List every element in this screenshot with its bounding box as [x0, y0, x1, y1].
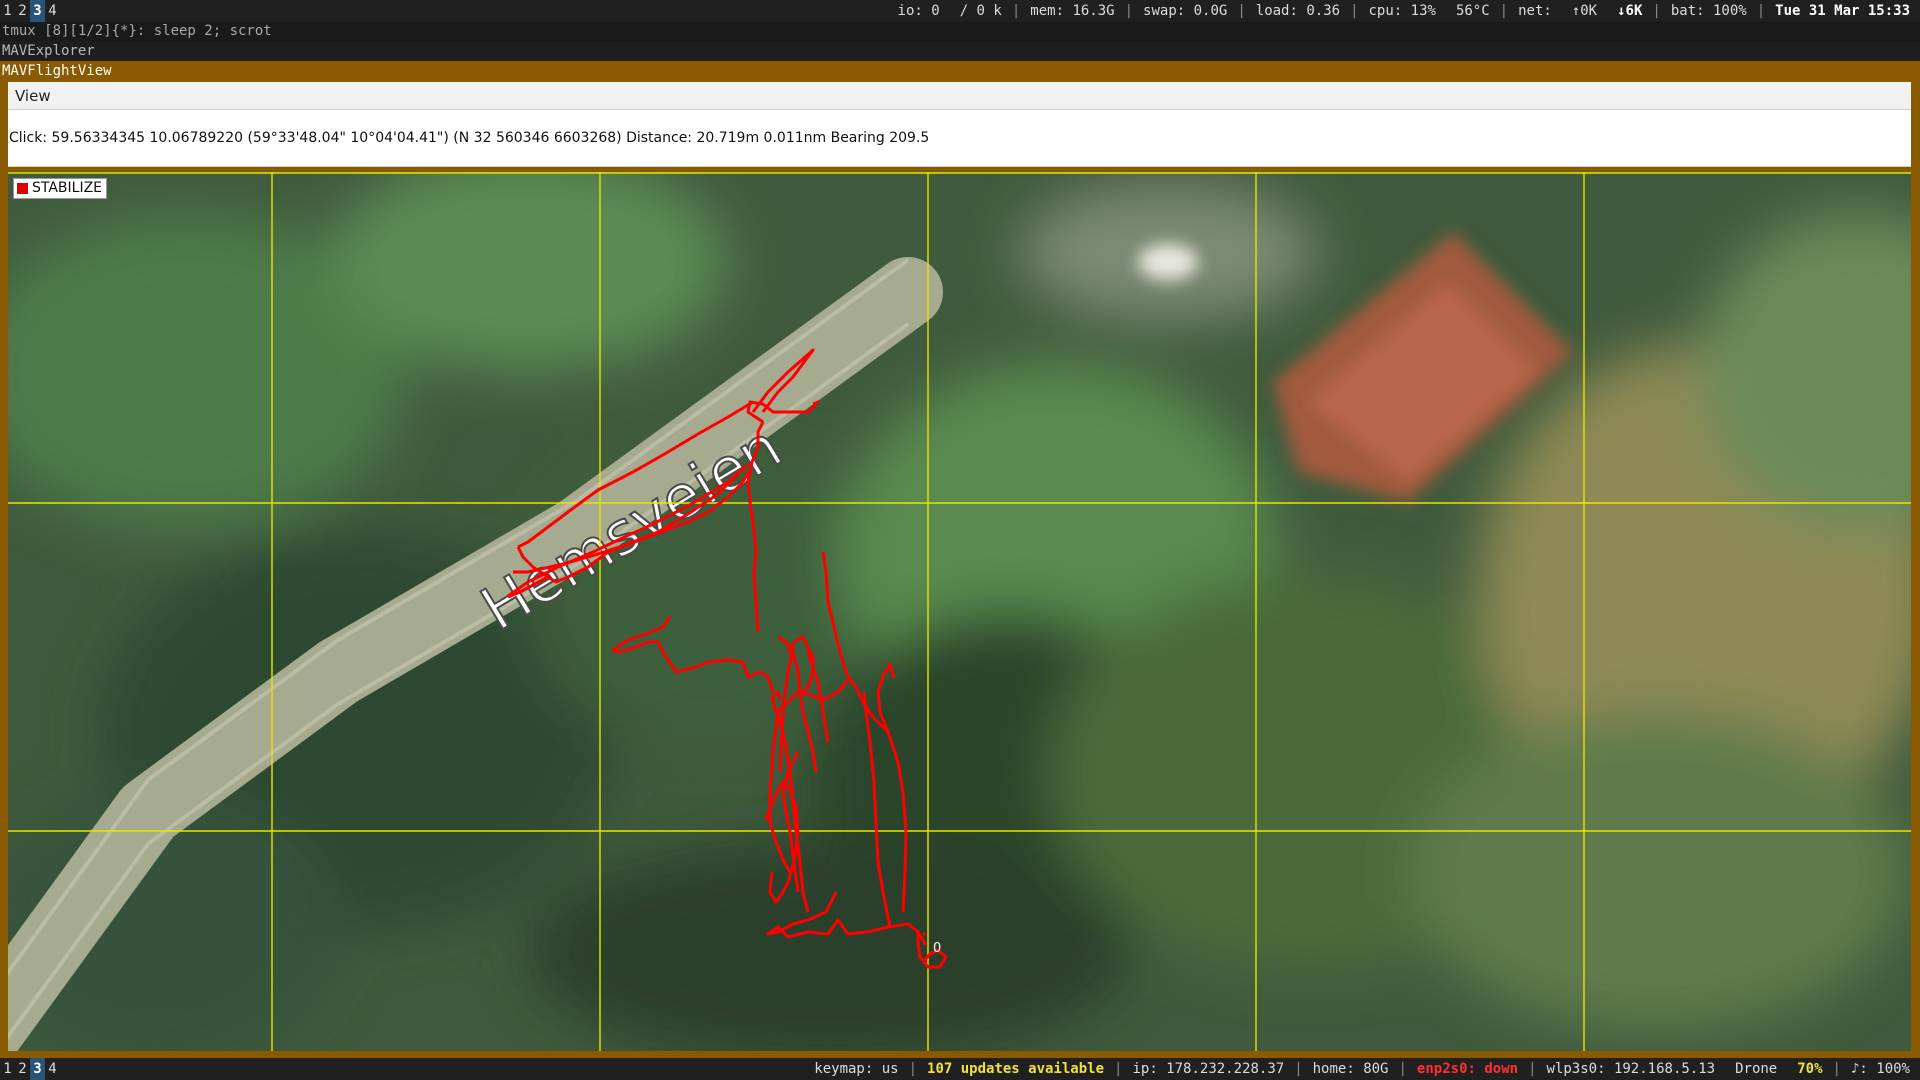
workspace-2[interactable]: 2: [15, 0, 30, 22]
wifi-status: wlp3s0: 192.168.5.13: [1546, 1061, 1716, 1077]
track-point: [922, 932, 926, 936]
separator: |: [1011, 3, 1021, 19]
swap-status: swap: 0.0G: [1143, 3, 1228, 19]
network-status: keymap: us | 107 updates available | ip:…: [804, 1058, 1920, 1080]
window-title-mavexplorer[interactable]: MAVExplorer: [0, 41, 1920, 61]
separator: |: [1350, 3, 1359, 19]
waypoint-label: 0: [933, 941, 941, 956]
load-status: load: 0.36: [1255, 3, 1341, 19]
ethernet-status: enp2s0: down: [1416, 1061, 1519, 1077]
separator: |: [1499, 3, 1509, 19]
separator: |: [1528, 1061, 1537, 1077]
map-view[interactable]: Hemsveien 0: [8, 172, 1911, 1051]
tmux-status-line: tmux [8][1/2]{*}: sleep 2; scrot: [0, 22, 1920, 41]
net-down: ↓6K: [1617, 3, 1643, 19]
temperature-status: 56°C: [1455, 3, 1490, 19]
click-info-text: Click: 59.56334345 10.06789220 (59°33'48…: [9, 130, 930, 146]
flight-mode-badge: STABILIZE: [13, 178, 108, 199]
flight-mode-label: STABILIZE: [32, 180, 103, 196]
workspace-3[interactable]: 3: [30, 0, 45, 22]
clock: Tue 31 Mar 15:33: [1775, 3, 1910, 19]
io-status: io: 0: [897, 3, 940, 19]
separator: |: [1756, 3, 1766, 19]
workspace-2[interactable]: 2: [15, 1058, 30, 1080]
mode-color-marker: [17, 183, 28, 194]
volume-status: ♪: 100%: [1850, 1061, 1910, 1077]
separator: |: [1832, 1061, 1841, 1077]
separator: |: [1237, 3, 1246, 19]
disk-status: / 0 k: [959, 3, 1002, 19]
separator: |: [1398, 1061, 1407, 1077]
workspace-4[interactable]: 4: [45, 1058, 60, 1080]
click-info-panel: Click: 59.56334345 10.06789220 (59°33'48…: [8, 110, 1911, 167]
top-status-bar: 1 2 3 4 io: 0 / 0 k | mem: 16.3G | swap:…: [0, 0, 1920, 22]
workspace-switcher-bottom: 1 2 3 4: [0, 1058, 60, 1080]
window-title-mavflightview[interactable]: MAVFlightView: [0, 61, 1920, 81]
ip-status: ip: 178.232.228.37: [1132, 1061, 1285, 1077]
home-disk-status: home: 80G: [1312, 1061, 1389, 1077]
mem-status: mem: 16.3G: [1030, 3, 1115, 19]
workspace-4[interactable]: 4: [45, 0, 60, 22]
workspace-1[interactable]: 1: [0, 1058, 15, 1080]
separator: |: [1114, 1061, 1123, 1077]
net-up: ↑0K: [1571, 3, 1598, 19]
keymap-status: keymap: us: [814, 1061, 899, 1077]
bottom-status-bar: 1 2 3 4 keymap: us | 107 updates availab…: [0, 1058, 1920, 1080]
system-status: io: 0 / 0 k | mem: 16.3G | swap: 0.0G | …: [888, 0, 1920, 22]
separator: |: [1124, 3, 1134, 19]
wifi-signal: 70%: [1797, 1061, 1823, 1077]
menu-bar: View: [8, 82, 1911, 110]
separator: |: [1294, 1061, 1303, 1077]
map-canvas[interactable]: Hemsveien 0: [8, 172, 1911, 1051]
workspace-3[interactable]: 3: [30, 1058, 45, 1080]
net-label: net:: [1518, 3, 1552, 19]
menu-view[interactable]: View: [15, 87, 51, 105]
cpu-status: cpu: 13%: [1368, 3, 1436, 19]
workspace-switcher: 1 2 3 4: [0, 0, 60, 22]
workspace-1[interactable]: 1: [0, 0, 15, 22]
updates-status: 107 updates available: [927, 1061, 1105, 1077]
separator: |: [908, 1061, 918, 1077]
separator: |: [1652, 3, 1661, 19]
battery-status: bat: 100%: [1670, 3, 1747, 19]
wifi-ssid: Drone: [1735, 1061, 1778, 1077]
white-object: [1138, 244, 1198, 280]
